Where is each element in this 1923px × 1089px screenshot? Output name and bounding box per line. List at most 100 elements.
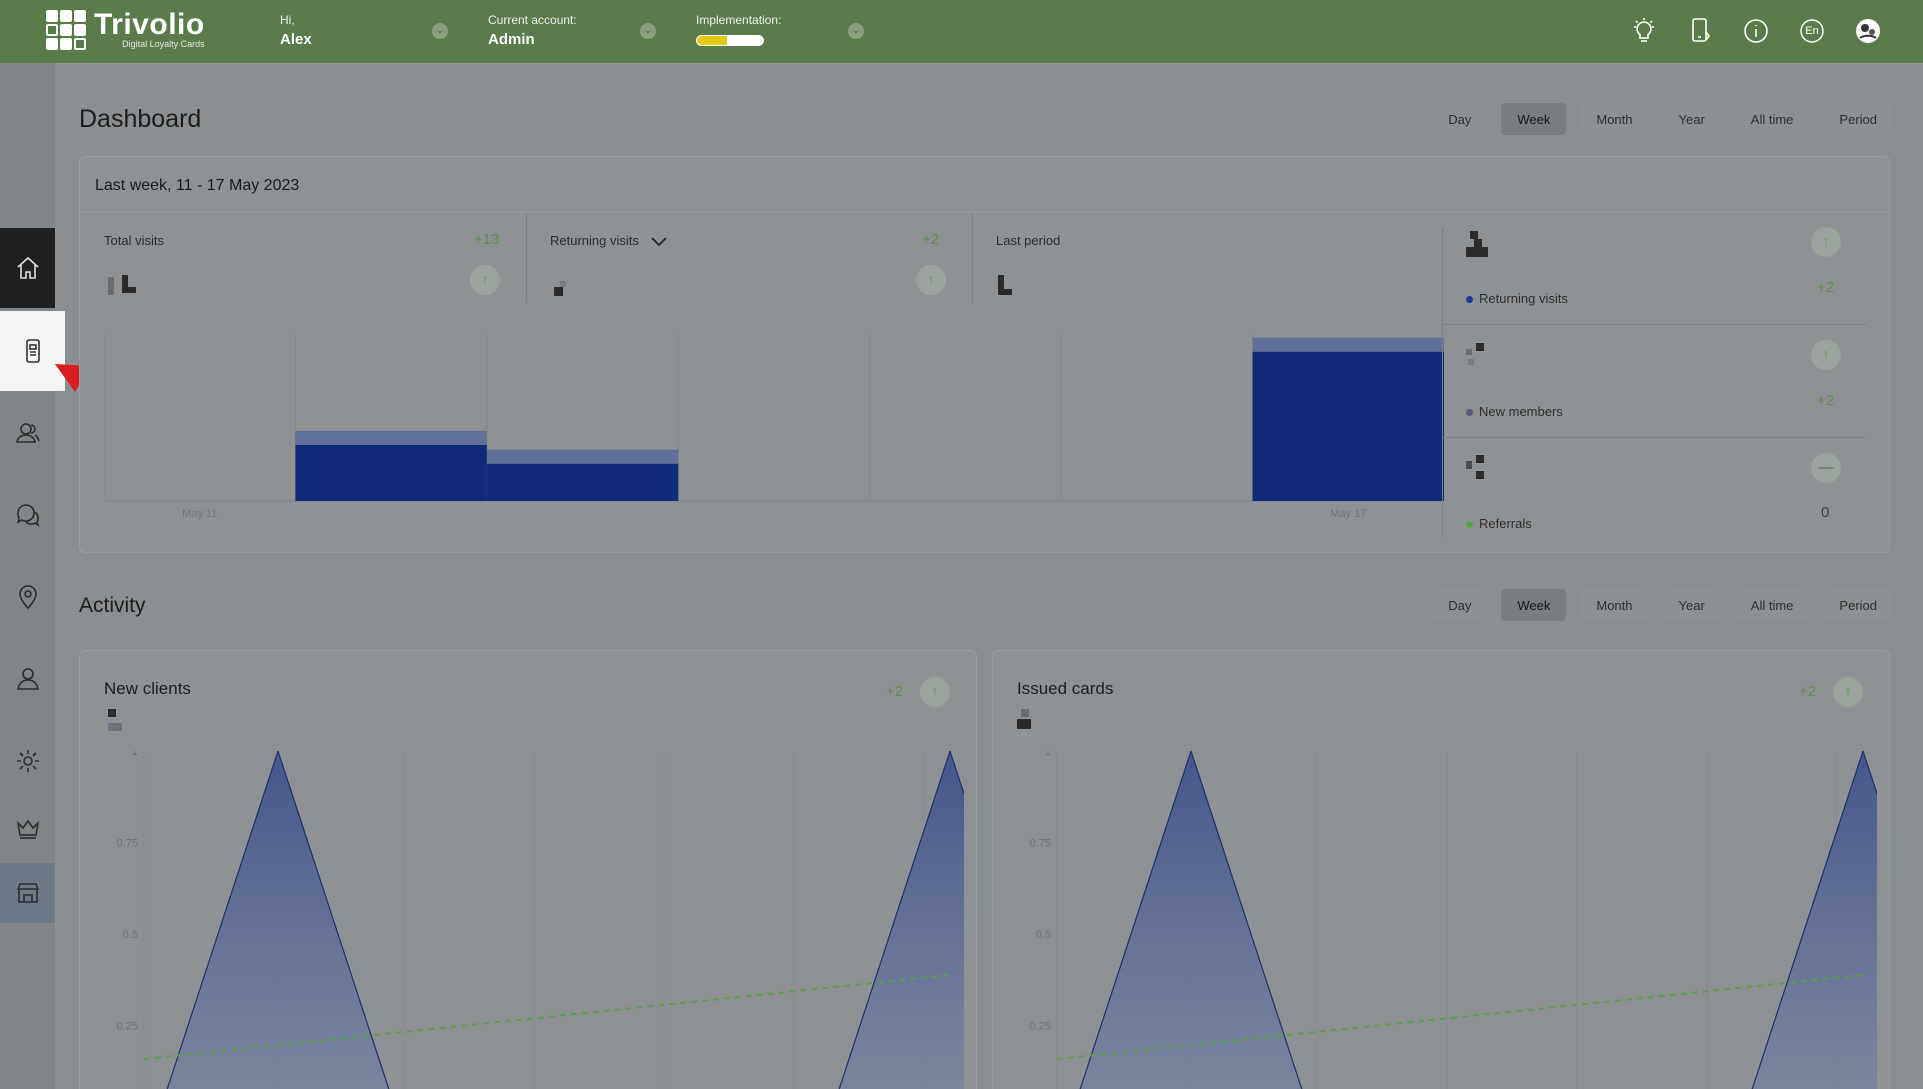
- sidebar-item-premium[interactable]: [0, 793, 55, 863]
- sidebar-item-settings[interactable]: [0, 721, 55, 801]
- arrow-up-icon: ↑: [920, 677, 950, 707]
- new-clients-title: New clients: [104, 679, 191, 698]
- brand-logo[interactable]: Trivolio Digital Loyalty Cards: [46, 10, 205, 50]
- page-title: Dashboard: [79, 105, 202, 133]
- y-tick-label: 0.5: [123, 929, 138, 941]
- arrow-up-icon: ↑: [1811, 227, 1841, 257]
- implementation-dropdown-chevron-icon[interactable]: ⌄: [848, 23, 864, 39]
- tab-week[interactable]: Week: [1501, 103, 1567, 135]
- y-tick-label: 0.75: [1030, 838, 1051, 850]
- area-peak[interactable]: [160, 751, 396, 1089]
- blurred-value: [1466, 231, 1488, 259]
- location-icon: [18, 585, 37, 610]
- y-tick-label: 0.25: [1030, 1021, 1051, 1033]
- tab-year[interactable]: Year: [1662, 103, 1721, 135]
- clients-icon: [15, 423, 40, 443]
- user-icon: [16, 668, 39, 690]
- tab-all-time[interactable]: All time: [1734, 589, 1810, 621]
- chevron-down-icon: [650, 236, 667, 246]
- home-icon: [16, 256, 39, 279]
- area-peak[interactable]: [1073, 751, 1309, 1089]
- language-icon[interactable]: En: [1797, 16, 1827, 46]
- main-content: Dashboard Day Week Month Year All time P…: [55, 63, 1923, 1089]
- bar-cap: [486, 449, 679, 464]
- bar-cap: [295, 431, 487, 445]
- y-tick-label: 0.25: [117, 1021, 138, 1033]
- dashboard-period-tabs: Day Week Month Year All time Period: [1432, 103, 1893, 135]
- bar[interactable]: [486, 463, 679, 501]
- visits-bar-chart: May 11 May 17: [104, 333, 1444, 520]
- account-value: Admin: [488, 31, 535, 48]
- implementation-status[interactable]: Implementation:: [696, 13, 781, 46]
- sidebar-item-locations[interactable]: [0, 557, 55, 637]
- y-tick-label: 1: [1045, 751, 1051, 758]
- sidebar: [0, 63, 65, 1089]
- issued-cards-title: Issued cards: [1017, 679, 1114, 698]
- y-tick-label: 0.75: [117, 838, 138, 850]
- tab-year[interactable]: Year: [1662, 589, 1721, 621]
- metric-total-visits-delta: +13: [474, 231, 500, 248]
- bar[interactable]: [1252, 351, 1444, 501]
- sidebar-item-clients[interactable]: [0, 393, 55, 473]
- tab-day[interactable]: Day: [1432, 103, 1488, 135]
- implementation-progress-bar: [696, 35, 764, 46]
- lightbulb-icon[interactable]: [1629, 16, 1659, 46]
- arrow-up-icon: ↑: [1833, 677, 1863, 707]
- metric-returning-visits-selector[interactable]: Returning visits: [550, 233, 667, 248]
- tab-period[interactable]: Period: [1823, 103, 1893, 135]
- side-stat-returning-visits-delta: +2: [1817, 279, 1835, 296]
- sidebar-item-users[interactable]: [0, 639, 55, 719]
- header-icons: En: [1629, 16, 1883, 46]
- brand-name: Trivolio: [94, 8, 205, 41]
- sidebar-item-home[interactable]: [0, 228, 55, 308]
- implementation-progress-fill: [697, 36, 727, 45]
- new-clients-delta: +2: [886, 683, 904, 700]
- area-peak[interactable]: [1745, 751, 1877, 1089]
- blurred-value: [1021, 709, 1029, 717]
- avatar[interactable]: [1853, 16, 1883, 46]
- user-name: Alex: [280, 31, 312, 48]
- info-icon[interactable]: [1741, 16, 1771, 46]
- logo-icon: [46, 10, 86, 50]
- blurred-value: [1466, 455, 1486, 481]
- account-selector[interactable]: Current account: Admin: [488, 13, 577, 48]
- account-dropdown-chevron-icon[interactable]: ⌄: [640, 23, 656, 39]
- side-stat-referrals-delta: 0: [1821, 504, 1830, 521]
- activity-period-tabs: Day Week Month Year All time Period: [1432, 589, 1893, 621]
- tab-all-time[interactable]: All time: [1734, 103, 1810, 135]
- sidebar-item-shop[interactable]: [0, 863, 55, 923]
- tab-month[interactable]: Month: [1580, 589, 1649, 621]
- side-stat-referrals: Referrals: [1466, 516, 1532, 531]
- phone-icon[interactable]: [1685, 16, 1715, 46]
- blurred-value: [1466, 343, 1486, 369]
- metric-total-visits-label: Total visits: [104, 233, 164, 248]
- tab-week[interactable]: Week: [1501, 589, 1567, 621]
- tab-month[interactable]: Month: [1580, 103, 1649, 135]
- metric-last-period-label: Last period: [996, 233, 1061, 248]
- blurred-value: [108, 709, 116, 717]
- issued-cards-delta: +2: [1799, 683, 1817, 700]
- x-tick-label: May 11: [182, 508, 217, 520]
- blurred-value: [108, 277, 114, 295]
- blurred-value: [554, 287, 563, 296]
- user-dropdown-chevron-icon[interactable]: ⌄: [432, 23, 448, 39]
- sidebar-item-messages[interactable]: [0, 475, 55, 555]
- bar[interactable]: [295, 445, 487, 501]
- neutral-trend-icon: —: [1811, 453, 1841, 483]
- crown-icon: [16, 819, 39, 839]
- side-stat-returning-visits: Returning visits: [1466, 291, 1568, 306]
- side-stat-new-members-delta: +2: [1817, 392, 1835, 409]
- user-greeting[interactable]: Hi, Alex: [280, 13, 312, 48]
- settings-icon: [16, 750, 39, 772]
- issued-cards-card: Issued cards +2 ↑ 1 0.75 0.5 0.25: [992, 650, 1890, 1089]
- tab-period[interactable]: Period: [1823, 589, 1893, 621]
- implementation-label: Implementation:: [696, 13, 782, 27]
- tab-day[interactable]: Day: [1432, 589, 1488, 621]
- greeting-label: Hi,: [280, 13, 295, 27]
- chat-icon: [16, 504, 39, 527]
- new-clients-area-chart: 1 0.75 0.5 0.25: [117, 751, 964, 1089]
- area-peak[interactable]: [832, 751, 964, 1089]
- y-tick-label: 0.5: [1036, 929, 1051, 941]
- metric-returning-visits-delta: +2: [922, 231, 940, 248]
- new-clients-card: New clients +2 ↑ 1 0.75 0.5 0.25: [79, 650, 977, 1089]
